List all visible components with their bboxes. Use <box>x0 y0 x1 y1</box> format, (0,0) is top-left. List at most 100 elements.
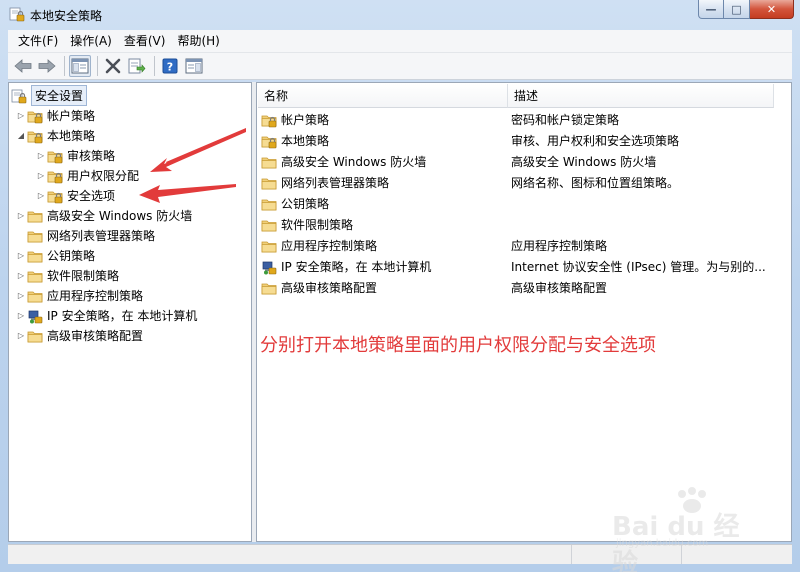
list-item[interactable]: 应用程序控制策略 应用程序控制策略 <box>261 235 789 256</box>
maximize-button[interactable]: □ <box>724 0 750 19</box>
export-list-icon <box>128 58 146 74</box>
folder-icon <box>261 241 277 252</box>
list-item[interactable]: IP 安全策略，在 本地计算机 Internet 协议安全性 (IPsec) 管… <box>261 256 789 277</box>
list-item-description: 高级审核策略配置 <box>511 281 608 295</box>
security-policy-app-icon <box>9 7 25 22</box>
list-item-name: IP 安全策略，在 本地计算机 <box>281 260 432 274</box>
column-header-name[interactable]: 名称 <box>258 84 508 108</box>
tree-item-network-list-manager[interactable]: 网络列表管理器策略 <box>15 226 155 245</box>
list-item-name: 本地策略 <box>281 134 330 148</box>
window-controls: — □ ✕ <box>698 0 794 20</box>
minimize-button[interactable]: — <box>698 0 724 19</box>
folder-icon <box>27 271 43 282</box>
tree-item-security-options[interactable]: ▷ 安全选项 <box>35 186 115 205</box>
lock-folder-icon <box>47 171 63 184</box>
expand-arrow-icon[interactable]: ▷ <box>15 286 27 305</box>
details-list-pane[interactable]: 名称 描述 帐户策略 密码和帐户锁定策略 本地策略 审核、用户权利和安全选项策略… <box>256 82 792 542</box>
list-item[interactable]: 本地策略 审核、用户权利和安全选项策略 <box>261 130 789 151</box>
expand-arrow-icon[interactable]: ▷ <box>15 246 27 265</box>
close-icon: ✕ <box>766 2 777 16</box>
close-button[interactable]: ✕ <box>750 0 794 19</box>
menu-help[interactable]: 帮助(H) <box>171 31 225 51</box>
show-hide-console-tree-button[interactable] <box>69 55 91 77</box>
tree-item-label: 用户权限分配 <box>67 169 140 183</box>
tree-item-label: 高级审核策略配置 <box>47 329 144 343</box>
list-item[interactable]: 公钥策略 <box>261 193 789 214</box>
list-item-name: 高级安全 Windows 防火墙 <box>281 155 427 169</box>
back-button[interactable] <box>12 55 34 77</box>
list-item[interactable]: 高级审核策略配置 高级审核策略配置 <box>261 277 789 298</box>
export-list-button[interactable] <box>126 55 148 77</box>
collapse-arrow-icon[interactable]: ◢ <box>15 126 27 145</box>
list-item[interactable]: 帐户策略 密码和帐户锁定策略 <box>261 109 789 130</box>
list-item-name: 网络列表管理器策略 <box>281 176 390 190</box>
expand-arrow-icon[interactable]: ▷ <box>35 186 47 205</box>
list-item-description: 应用程序控制策略 <box>511 239 608 253</box>
tree-item-application-control[interactable]: ▷ 应用程序控制策略 <box>15 286 143 305</box>
tree-item-software-restriction[interactable]: ▷ 软件限制策略 <box>15 266 119 285</box>
menu-view[interactable]: 查看(V) <box>118 31 172 51</box>
tree-item-advanced-audit[interactable]: ▷ 高级审核策略配置 <box>15 326 143 345</box>
expand-arrow-icon[interactable]: ▷ <box>15 266 27 285</box>
expand-arrow-icon[interactable]: ▷ <box>35 166 47 185</box>
maximize-icon: □ <box>731 2 742 16</box>
lock-folder-icon <box>27 111 43 124</box>
folder-icon <box>27 291 43 302</box>
list-item[interactable]: 网络列表管理器策略 网络名称、图标和位置组策略。 <box>261 172 789 193</box>
list-item[interactable]: 软件限制策略 <box>261 214 789 235</box>
svg-text:?: ? <box>167 61 173 74</box>
ip-security-icon <box>262 261 277 274</box>
delete-button[interactable] <box>102 55 124 77</box>
tree-item-label: 软件限制策略 <box>47 269 120 283</box>
tree-item-account-policies[interactable]: ▷ 帐户策略 <box>15 106 95 125</box>
security-settings-icon <box>11 89 27 104</box>
menu-file[interactable]: 文件(F) <box>8 31 64 51</box>
tree-item-label: IP 安全策略，在 本地计算机 <box>47 309 198 323</box>
expand-arrow-icon[interactable]: ▷ <box>15 326 27 345</box>
status-cell <box>8 545 572 564</box>
help-button[interactable]: ? <box>159 55 181 77</box>
back-icon <box>14 59 32 73</box>
tree-item-label: 帐户策略 <box>47 109 96 123</box>
lock-folder-icon <box>261 115 277 128</box>
tree-item-label: 审核策略 <box>67 149 116 163</box>
properties-icon <box>185 58 203 74</box>
tree-item-windows-firewall[interactable]: ▷ 高级安全 Windows 防火墙 <box>15 206 192 225</box>
list-item-name: 高级审核策略配置 <box>281 281 378 295</box>
expand-arrow-icon[interactable]: ▷ <box>15 106 27 125</box>
folder-icon <box>261 199 277 210</box>
column-header-description[interactable]: 描述 <box>508 84 774 108</box>
tree-item-local-policies[interactable]: ◢ 本地策略 <box>15 126 95 145</box>
show-console-tree-icon <box>71 58 89 74</box>
tree-item-security-settings[interactable]: 安全设置 <box>11 85 88 106</box>
toolbar: ? <box>8 52 792 80</box>
tree-item-label: 网络列表管理器策略 <box>47 229 156 243</box>
title-bar[interactable]: 本地安全策略 — □ ✕ <box>0 0 800 30</box>
folder-icon <box>261 283 277 294</box>
expand-arrow-icon[interactable]: ▷ <box>35 146 47 165</box>
delete-icon <box>105 58 121 74</box>
folder-icon <box>27 211 43 222</box>
list-item-description: 网络名称、图标和位置组策略。 <box>511 176 680 190</box>
list-item-description: 高级安全 Windows 防火墙 <box>511 155 657 169</box>
tree-item-ip-security[interactable]: ▷ IP 安全策略，在 本地计算机 <box>15 306 197 325</box>
tree-item-user-rights-assignment[interactable]: ▷ 用户权限分配 <box>35 166 139 185</box>
properties-button[interactable] <box>183 55 205 77</box>
folder-icon <box>27 231 43 242</box>
expand-arrow-icon[interactable]: ▷ <box>15 306 27 325</box>
tree-item-label: 应用程序控制策略 <box>47 289 144 303</box>
forward-button[interactable] <box>36 55 58 77</box>
list-item-name: 软件限制策略 <box>281 218 354 232</box>
console-tree-pane[interactable]: 安全设置 ▷ 帐户策略 ◢ 本地策略 ▷ 审核策略 ▷ 用户权限分配 ▷ 安全选… <box>8 82 252 542</box>
tree-item-public-key-policies[interactable]: ▷ 公钥策略 <box>15 246 95 265</box>
expand-arrow-icon[interactable]: ▷ <box>15 206 27 225</box>
list-item-name: 应用程序控制策略 <box>281 239 378 253</box>
menu-action[interactable]: 操作(A) <box>64 31 118 51</box>
lock-folder-icon <box>261 136 277 149</box>
tree-item-audit-policy[interactable]: ▷ 审核策略 <box>35 146 115 165</box>
tree-item-label: 安全选项 <box>67 189 116 203</box>
list-item[interactable]: 高级安全 Windows 防火墙 高级安全 Windows 防火墙 <box>261 151 789 172</box>
list-item-name: 帐户策略 <box>281 113 330 127</box>
tree-item-label: 公钥策略 <box>47 249 96 263</box>
tree-item-label: 高级安全 Windows 防火墙 <box>47 209 193 223</box>
